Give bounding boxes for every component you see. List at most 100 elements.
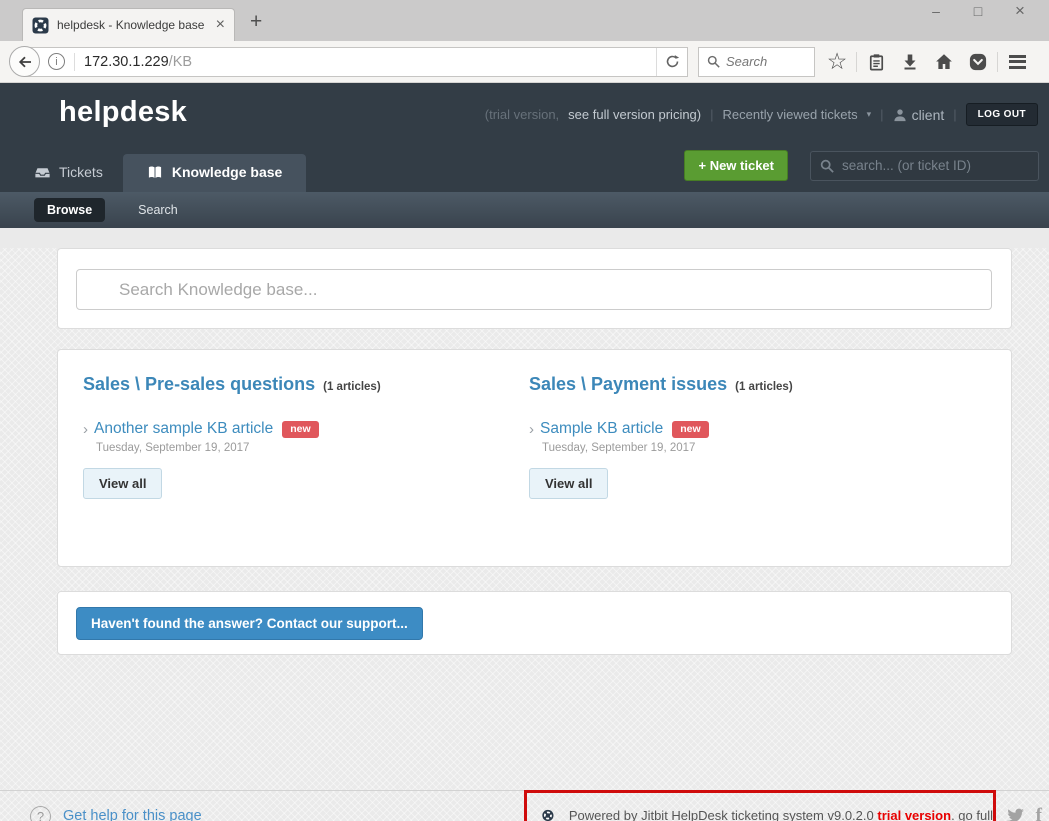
browser-window: helpdesk - Knowledge base × + – □ × i 17… [0, 0, 1049, 821]
pocket-button[interactable] [961, 47, 995, 77]
search-icon [820, 159, 834, 173]
browser-search-input[interactable] [726, 54, 804, 69]
twitter-icon[interactable] [1006, 807, 1025, 821]
category-title-link[interactable]: Sales \ Pre-sales questions [83, 374, 315, 394]
browser-search-box[interactable] [698, 47, 815, 77]
kb-search-input[interactable] [76, 269, 992, 310]
window-close-button[interactable]: × [999, 1, 1041, 21]
trial-pricing-link[interactable]: see full version pricing) [568, 107, 701, 122]
go-full-link[interactable]: go full [958, 808, 993, 821]
reload-button[interactable] [656, 48, 687, 76]
ticket-search-input[interactable] [842, 158, 1012, 173]
toolbar-divider [997, 52, 998, 72]
subnav-browse[interactable]: Browse [34, 198, 105, 222]
question-icon: ? [30, 806, 51, 821]
kb-category: Sales \ Pre-sales questions(1 articles) … [83, 374, 529, 566]
header-meta: (trial version, see full version pricing… [485, 103, 1038, 126]
category-title-link[interactable]: Sales \ Payment issues [529, 374, 727, 394]
tab-tickets[interactable]: Tickets [34, 154, 123, 192]
url-divider [74, 53, 75, 71]
hamburger-icon [1009, 52, 1026, 71]
helpdesk-header: helpdesk (trial version, see full versio… [0, 83, 1049, 192]
kb-article-date: Tuesday, September 19, 2017 [96, 442, 529, 454]
new-tab-button[interactable]: + [250, 10, 262, 34]
book-icon [147, 165, 163, 180]
meta-divider: | [953, 107, 956, 122]
menu-button[interactable] [1000, 47, 1034, 77]
chevron-down-icon: ▾ [867, 109, 872, 120]
browser-toolbar: i 172.30.1.229 /KB ☆ [0, 41, 1049, 83]
trial-version-text: trial version [877, 808, 951, 821]
help-area: ? Get help for this page [30, 806, 202, 821]
toolbar-icons: ☆ [820, 47, 1034, 77]
ticket-search-box[interactable] [810, 151, 1039, 181]
tab-kb-label: Knowledge base [172, 164, 282, 180]
recently-viewed-menu[interactable]: Recently viewed tickets [723, 107, 858, 122]
tab-tickets-label: Tickets [59, 164, 103, 180]
star-icon: ☆ [827, 50, 848, 73]
downloads-button[interactable] [893, 47, 927, 77]
home-button[interactable] [927, 47, 961, 77]
kb-category: Sales \ Payment issues (1 articles) › Sam… [529, 374, 975, 566]
view-all-button[interactable]: View all [529, 468, 608, 499]
home-icon [935, 53, 953, 70]
pocket-icon [969, 53, 987, 71]
main-tabs: Tickets Knowledge base [34, 154, 306, 192]
user-icon [893, 108, 907, 122]
url-host: 172.30.1.229 [84, 54, 169, 70]
kb-search-card [57, 248, 1012, 329]
app-logo[interactable]: helpdesk [59, 96, 187, 129]
reload-icon [665, 54, 680, 69]
window-minimize-button[interactable]: – [915, 3, 957, 19]
inbox-icon [34, 165, 51, 180]
meta-divider: | [880, 107, 883, 122]
url-bar[interactable]: i 172.30.1.229 /KB [24, 47, 688, 77]
new-badge: new [672, 421, 708, 438]
red-annotation-box: Powered by Jitbit HelpDesk ticketing sys… [524, 790, 996, 821]
tab-knowledge-base[interactable]: Knowledge base [123, 154, 306, 192]
search-icon [707, 55, 720, 68]
site-info-icon[interactable]: i [48, 53, 65, 70]
window-maximize-button[interactable]: □ [957, 3, 999, 19]
window-controls: – □ × [915, 1, 1041, 21]
new-ticket-button[interactable]: + New ticket [684, 150, 788, 181]
contact-support-card: Haven't found the answer? Contact our su… [57, 591, 1012, 655]
contact-support-button[interactable]: Haven't found the answer? Contact our su… [76, 607, 423, 640]
download-icon [902, 53, 918, 70]
user-menu[interactable]: client [893, 107, 945, 123]
helpdesk-system-link[interactable]: HelpDesk ticketing system [671, 808, 823, 821]
kb-article-row: › Another sample KB article new [83, 420, 529, 438]
category-article-count: (1 articles) [735, 381, 793, 393]
toolbar-divider [856, 52, 857, 72]
chevron-right-icon: › [83, 421, 88, 438]
user-name: client [912, 107, 945, 123]
page-footer: ? Get help for this page Powered by Jitb… [0, 790, 1049, 821]
back-button[interactable] [9, 46, 40, 77]
kb-article-link[interactable]: Sample KB article [540, 420, 663, 438]
bookmarks-menu-button[interactable] [859, 47, 893, 77]
version-text: v9.0.2.0 [824, 808, 877, 821]
view-all-button[interactable]: View all [83, 468, 162, 499]
powered-by-text: Powered by Jitbit HelpDesk ticketing sys… [569, 808, 993, 821]
page-content: Sales \ Pre-sales questions(1 articles) … [0, 248, 1049, 790]
jitbit-logo-icon [542, 801, 554, 821]
tab-close-icon[interactable]: × [216, 17, 225, 33]
new-badge: new [282, 421, 318, 438]
browser-titlebar: helpdesk - Knowledge base × + – □ × [0, 0, 1049, 41]
trial-note: (trial version, [485, 107, 559, 122]
url-path: /KB [169, 54, 192, 70]
kb-article-link[interactable]: Another sample KB article [94, 420, 273, 438]
get-help-link[interactable]: Get help for this page [63, 808, 202, 821]
bookmark-star-button[interactable]: ☆ [820, 47, 854, 77]
jitbit-favicon-icon [32, 17, 49, 34]
kb-article-row: › Sample KB article new [529, 420, 975, 438]
kb-categories-card: Sales \ Pre-sales questions(1 articles) … [57, 349, 1012, 567]
facebook-icon[interactable]: f [1036, 806, 1042, 821]
powered-prefix: Powered by Jitbit [569, 808, 672, 821]
logout-button[interactable]: LOG OUT [966, 103, 1038, 126]
subnav-search[interactable]: Search [138, 203, 178, 217]
browser-tab[interactable]: helpdesk - Knowledge base × [22, 8, 235, 41]
kb-subnav: Browse Search [0, 192, 1049, 228]
clipboard-icon [868, 53, 885, 71]
category-article-count: (1 articles) [323, 381, 381, 393]
